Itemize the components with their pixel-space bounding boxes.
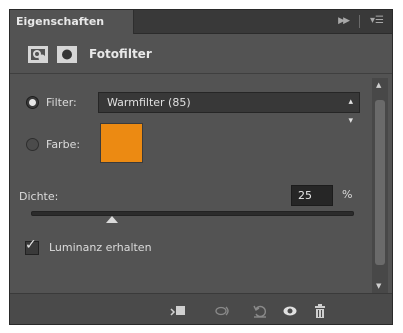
density-unit: % (342, 188, 353, 201)
filter-dropdown-value: Warmfilter (85) (107, 96, 191, 109)
panel-tab-bar: Eigenschaften ▶▶ ▾☰ (10, 10, 392, 34)
trash-icon[interactable] (312, 303, 328, 319)
vertical-scrollbar[interactable]: ▲ ▼ (372, 78, 388, 293)
double-chevron-right-icon[interactable]: ▶▶ (338, 16, 350, 26)
color-label: Farbe: (46, 138, 81, 151)
layer-mask-icon[interactable] (56, 44, 78, 64)
reset-icon[interactable] (252, 303, 268, 319)
panel-menu-icon[interactable]: ▾☰ (370, 15, 384, 26)
view-previous-state-icon[interactable] (215, 303, 231, 319)
dropdown-arrows-icon: ▴ ▾ (348, 97, 353, 126)
density-slider-track[interactable] (31, 211, 354, 216)
luminance-checkbox[interactable]: ✓ (25, 237, 39, 255)
scrollbar-thumb[interactable] (375, 100, 385, 265)
color-swatch[interactable] (100, 123, 143, 163)
filter-dropdown[interactable]: Warmfilter (85) ▴ ▾ (98, 92, 360, 126)
adjustment-layer-icon[interactable] (27, 44, 49, 64)
filter-radio[interactable] (26, 96, 39, 109)
tab-properties[interactable]: Eigenschaften (10, 10, 134, 34)
scroll-up-icon[interactable]: ▲ (376, 81, 381, 89)
color-radio[interactable] (26, 138, 39, 151)
tab-separator (359, 15, 360, 28)
density-input[interactable]: 25 (291, 185, 333, 206)
filter-label: Filter: (46, 96, 77, 109)
density-slider-thumb[interactable] (105, 216, 118, 223)
properties-header: Fotofilter (10, 34, 392, 74)
scroll-down-icon[interactable]: ▼ (376, 282, 381, 290)
density-label: Dichte: (19, 190, 59, 203)
luminance-label: Luminanz erhalten (49, 241, 152, 254)
visibility-eye-icon[interactable] (282, 303, 298, 319)
properties-panel: Eigenschaften ▶▶ ▾☰ Fotofilter Filter: W… (9, 9, 393, 325)
adjustment-title: Fotofilter (89, 47, 152, 61)
bottom-toolbar (10, 293, 392, 324)
clip-to-layer-icon[interactable] (170, 303, 186, 319)
